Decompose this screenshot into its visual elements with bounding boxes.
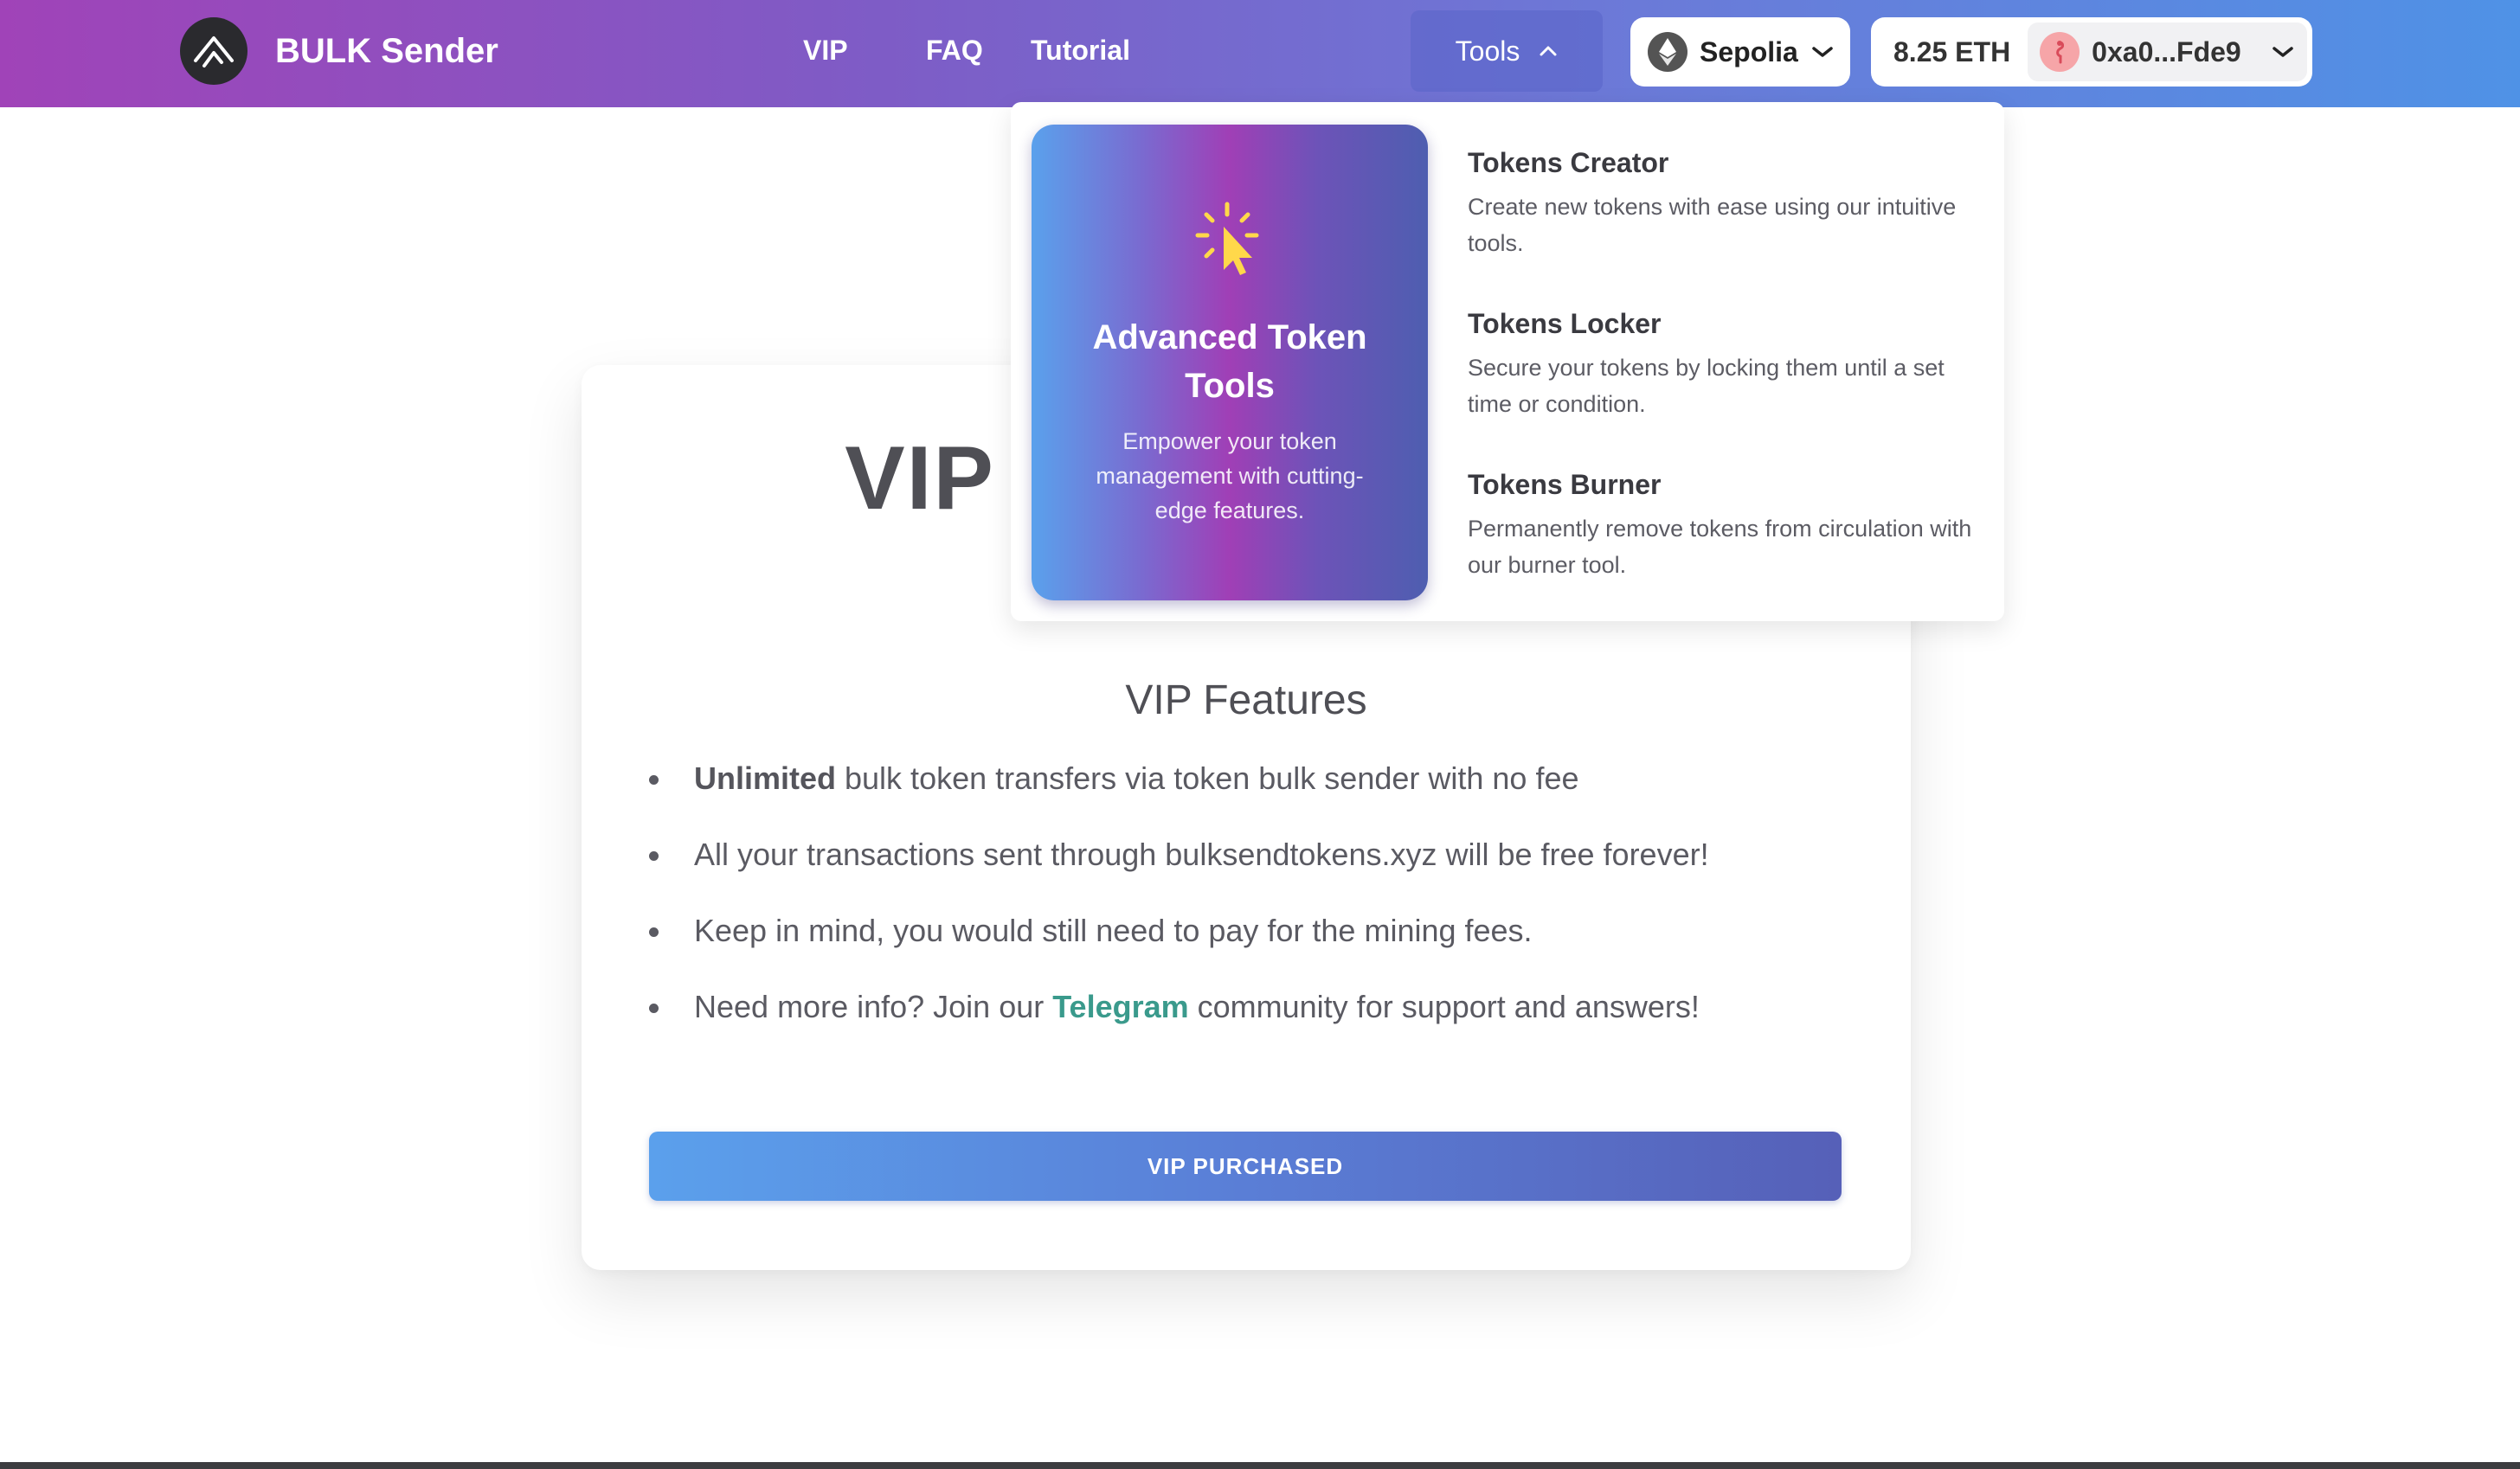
menu-item-title: Tokens Burner: [1468, 469, 1662, 500]
menu-item-description: Permanently remove tokens from circulati…: [1468, 516, 1972, 578]
feature-item: All your transactions sent through bulks…: [649, 836, 1861, 874]
chevron-down-icon: [2272, 47, 2293, 57]
wallet-balance: 8.25 ETH: [1893, 35, 2011, 67]
chevron-down-icon: [1812, 47, 1833, 57]
feature-highlight: Unlimited: [694, 760, 837, 796]
features-heading: VIP Features: [1125, 677, 1367, 723]
advanced-tools-promo[interactable]: Advanced Token Tools Empower your token …: [1032, 125, 1428, 600]
menu-item-title: Tokens Locker: [1468, 308, 1662, 339]
ethereum-icon: [1648, 32, 1688, 72]
tools-dropdown-menu: Advanced Token Tools Empower your token …: [1011, 102, 2004, 621]
chevron-up-icon: [1540, 46, 1557, 56]
feature-item: Need more info? Join our Telegram commun…: [649, 988, 1861, 1026]
tools-label: Tools: [1455, 35, 1520, 67]
logo-icon[interactable]: [180, 17, 248, 85]
feature-item: Unlimited bulk token transfers via token…: [649, 760, 1861, 798]
vip-purchased-button[interactable]: VIP PURCHASED: [649, 1132, 1842, 1201]
network-label: Sepolia: [1700, 35, 1798, 67]
promo-description: Empower your token management with cutti…: [1096, 428, 1364, 523]
nav-link-faq[interactable]: FAQ: [926, 33, 983, 67]
promo-title: Advanced Token Tools: [1092, 318, 1367, 405]
menu-item-tokens-burner[interactable]: Tokens Burner Permanently remove tokens …: [1468, 467, 1978, 583]
nav-link-vip[interactable]: VIP: [803, 33, 848, 67]
feature-text: bulk token transfers via token bulk send…: [836, 760, 1579, 796]
tools-menu-button[interactable]: Tools: [1411, 10, 1603, 92]
nav-link-tutorial[interactable]: Tutorial: [1031, 33, 1130, 67]
feature-text: All your transactions sent through bulks…: [694, 837, 1709, 872]
flamingo-avatar-icon: [2040, 32, 2080, 72]
feature-text: Need more info? Join our: [694, 989, 1053, 1024]
wallet-account-button[interactable]: 8.25 ETH 0xa0...Fde9: [1871, 17, 2312, 87]
telegram-link[interactable]: Telegram: [1052, 989, 1188, 1024]
features-list: Unlimited bulk token transfers via token…: [649, 760, 1861, 1064]
menu-item-tokens-creator[interactable]: Tokens Creator Create new tokens with ea…: [1468, 145, 1978, 261]
window-bottom-edge: [0, 1462, 2520, 1469]
top-navbar: BULK Sender VIP FAQ Tutorial Tools Sepol…: [0, 0, 2520, 107]
feature-item: Keep in mind, you would still need to pa…: [649, 912, 1861, 950]
menu-item-description: Secure your tokens by locking them until…: [1468, 355, 1945, 417]
network-selector[interactable]: Sepolia: [1630, 17, 1850, 87]
cursor-click-icon: [1195, 202, 1259, 275]
menu-item-tokens-locker[interactable]: Tokens Locker Secure your tokens by lock…: [1468, 306, 1978, 422]
wallet-address: 0xa0...Fde9: [2092, 35, 2241, 67]
brand-name[interactable]: BULK Sender: [275, 29, 498, 73]
feature-text: community for support and answers!: [1188, 989, 1700, 1024]
menu-item-title: Tokens Creator: [1468, 147, 1669, 178]
feature-text: Keep in mind, you would still need to pa…: [694, 913, 1533, 948]
menu-item-description: Create new tokens with ease using our in…: [1468, 194, 1957, 256]
wallet-address-pill[interactable]: 0xa0...Fde9: [2028, 22, 2307, 81]
